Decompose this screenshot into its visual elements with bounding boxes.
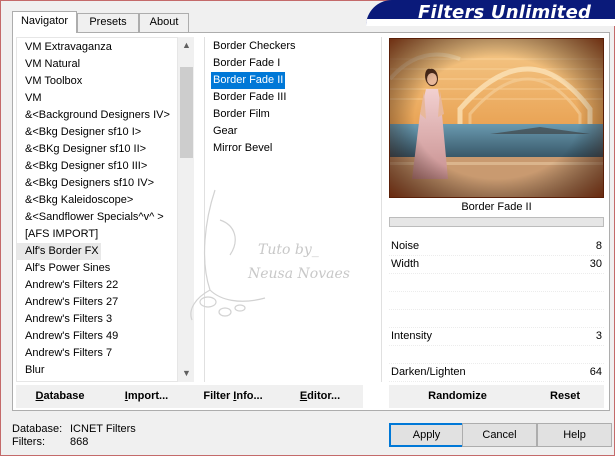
category-item[interactable]: Andrew's Filters 49 [25,328,118,345]
help-button[interactable]: Help [537,423,612,447]
filter-item[interactable]: Gear [211,123,239,140]
footer-database-label: Database: [12,423,63,435]
preview-artwork [390,39,603,197]
import-button-post: mport... [127,390,169,402]
filter-info-button-pre: Filter [203,390,234,402]
footer-filters-value: 868 [70,436,89,448]
param-empty-3 [389,310,604,328]
apply-button[interactable]: Apply [389,423,464,447]
param-noise[interactable]: Noise 8 [389,238,604,256]
param-width[interactable]: Width 30 [389,256,604,274]
filter-list[interactable]: Border Checkers Border Fade I Border Fade … [204,37,382,382]
category-item[interactable]: VM Toolbox [25,73,82,90]
param-value: 64 [589,366,602,378]
param-empty-4 [389,346,604,364]
filter-item[interactable]: Mirror Bevel [211,140,274,157]
category-item[interactable]: VM Natural [25,56,80,73]
tab-navigator[interactable]: Navigator [12,11,77,33]
category-item[interactable]: Andrew's Filters 3 [25,311,112,328]
cancel-button[interactable]: Cancel [462,423,537,447]
filter-item[interactable]: Border Fade I [211,55,282,72]
banner-title: Filters Unlimited [418,2,592,23]
category-item[interactable]: Alf's Power Sines [25,260,110,277]
editor-button-post: ditor... [307,390,341,402]
filter-item[interactable]: Border Film [211,106,272,123]
scrollbar-thumb[interactable] [180,67,193,158]
param-value: 30 [589,258,602,270]
category-item[interactable]: Andrew's Filters 27 [25,294,118,311]
randomize-button[interactable]: Randomize [389,385,526,408]
category-item[interactable]: Andrew's Filters 22 [25,277,118,294]
scroll-down-arrow-icon[interactable]: ▼ [178,365,195,382]
param-label: Noise [391,240,420,252]
param-intensity[interactable]: Intensity 3 [389,328,604,346]
preview-filter-name: Border Fade II [461,201,532,213]
category-item[interactable]: &<Bkg Kaleidoscope> [25,192,133,209]
footer-filters-label: Filters: [12,436,45,448]
tab-about[interactable]: About [139,13,189,32]
category-item[interactable]: [AFS IMPORT] [25,226,98,243]
import-button[interactable]: Import... [104,385,189,408]
category-list[interactable]: VM Extravaganza VM Natural VM Toolbox VM &<B… [16,37,194,382]
filter-item[interactable]: Border Fade II [211,72,286,89]
category-item[interactable]: &<Bkg Designer sf10 I> [25,124,141,141]
param-darken-lighten[interactable]: Darken/Lighten 64 [389,364,604,382]
category-item[interactable]: Andrew's Filters 7 [25,345,112,362]
param-label: Darken/Lighten [391,366,466,378]
category-item[interactable]: &<Bkg Designers sf10 IV> [25,175,154,192]
param-value: 3 [595,330,602,342]
category-item[interactable]: VM [25,90,42,107]
scroll-up-arrow-icon[interactable]: ▲ [178,37,195,54]
category-item[interactable]: &<Background Designers IV> [25,107,170,124]
filter-info-button-post: nfo... [236,390,263,402]
param-value: 8 [595,240,602,252]
param-empty-1 [389,274,604,292]
category-item[interactable]: VM Extravaganza [25,39,112,56]
footer-database-value: ICNET Filters [70,423,136,435]
param-label: Width [391,258,420,270]
filter-item[interactable]: Border Checkers [211,38,298,55]
filter-item[interactable]: Border Fade III [211,89,288,106]
category-item[interactable]: Alf's Border FX [17,243,101,260]
param-empty-2 [389,292,604,310]
category-scrollbar[interactable]: ▲ ▼ [177,37,194,382]
filter-info-button[interactable]: Filter Info... [189,385,277,408]
editor-button[interactable]: Editor... [277,385,363,408]
category-item[interactable]: &<Bkg Designer sf10 III> [25,158,147,175]
database-button[interactable]: Database [16,385,104,408]
param-label: Intensity [391,330,432,342]
category-item[interactable]: &<BKg Designer sf10 II> [25,141,146,158]
reset-button[interactable]: Reset [526,385,604,408]
preview-image [389,38,604,198]
preview-progress-bar [389,217,604,227]
database-button-post: atabase [43,390,85,402]
tab-presets[interactable]: Presets [77,13,139,32]
category-item[interactable]: Blur [25,362,45,379]
category-item[interactable]: &<Sandflower Specials^v^ > [25,209,164,226]
